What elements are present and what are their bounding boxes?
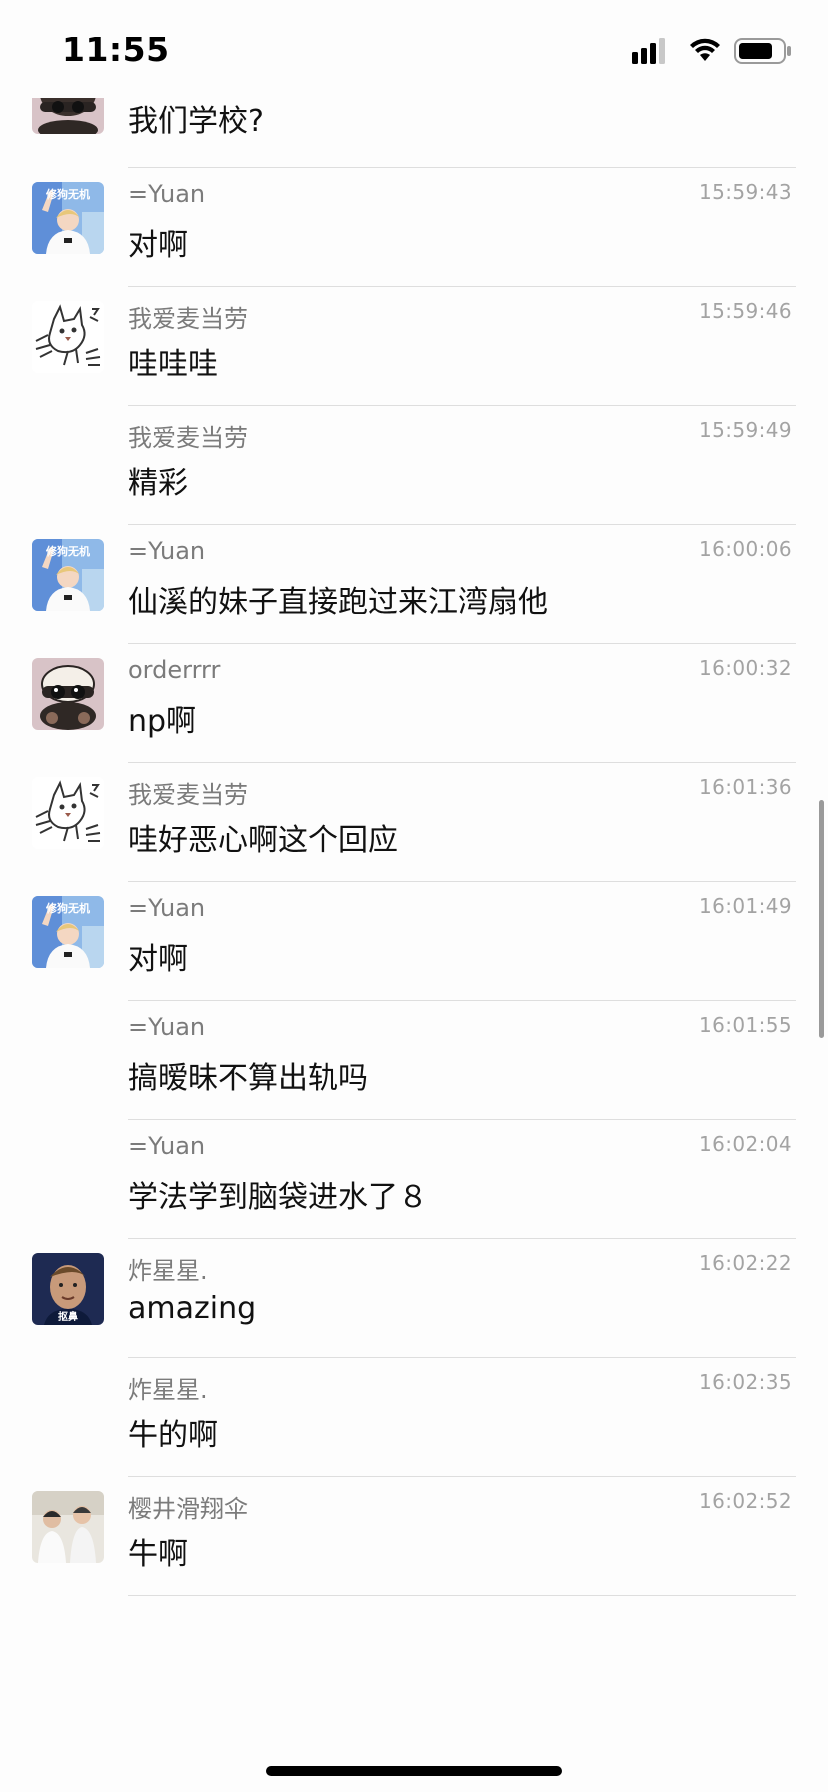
sender-name[interactable]: =Yuan [128, 180, 205, 208]
message-item[interactable]: 抠鼻 炸星星. 16:02:22 amazing [0, 1239, 828, 1358]
sender-name[interactable]: 炸星星. [128, 1251, 208, 1286]
message-time: 15:59:46 [698, 299, 792, 323]
order-avatar[interactable] [32, 658, 104, 730]
message-text: 哇哇哇 [128, 347, 218, 382]
status-bar: 11:55 [0, 0, 828, 98]
message-time: 16:00:06 [698, 537, 792, 561]
message-time: 15:59:49 [698, 418, 792, 442]
message-item[interactable]: 修狗无机 =Yuan 15:59:43 对啊 [0, 168, 828, 287]
message-time: 16:02:52 [698, 1489, 792, 1513]
svg-text:修狗无机: 修狗无机 [45, 187, 90, 201]
star-avatar[interactable]: 抠鼻 [32, 1253, 104, 1325]
message-list[interactable]: 我们学校? 修狗无机 =Yuan 15:59:43 对啊 我爱麦当劳 15:59:46… [0, 0, 828, 1792]
scrollbar[interactable] [819, 800, 824, 1038]
message-text: amazing [128, 1291, 257, 1326]
message-item[interactable]: 修狗无机 =Yuan 16:01:49 对啊 [0, 882, 828, 1001]
sender-name[interactable]: 樱井滑翔伞 [128, 1489, 248, 1524]
sender-name[interactable]: =Yuan [128, 537, 205, 565]
chat-screen: 我们学校? 修狗无机 =Yuan 15:59:43 对啊 我爱麦当劳 15:59:46… [0, 0, 828, 1792]
sender-name[interactable]: =Yuan [128, 1013, 205, 1041]
message-item[interactable]: =Yuan 16:02:04 学法学到脑袋进水了８ [0, 1120, 828, 1239]
svg-text:修狗无机: 修狗无机 [45, 544, 90, 558]
sender-name[interactable]: orderrrr [128, 656, 220, 684]
message-text: 哇好恶心啊这个回应 [128, 823, 398, 858]
message-time: 16:01:36 [698, 775, 792, 799]
yuan-avatar[interactable]: 修狗无机 [32, 896, 104, 968]
message-item[interactable]: 我爱麦当劳 16:01:36 哇好恶心啊这个回应 [0, 763, 828, 882]
message-text: 学法学到脑袋进水了８ [128, 1180, 428, 1215]
message-text: 对啊 [128, 942, 188, 977]
home-indicator[interactable] [266, 1766, 562, 1776]
cat-avatar[interactable] [32, 777, 104, 849]
message-item[interactable]: 炸星星. 16:02:35 牛的啊 [0, 1358, 828, 1477]
wifi-icon [690, 38, 720, 61]
status-time: 11:55 [62, 30, 170, 69]
message-item[interactable]: 我爱麦当劳 15:59:46 哇哇哇 [0, 287, 828, 406]
message-time: 16:02:35 [698, 1370, 792, 1394]
divider [128, 1595, 796, 1596]
message-time: 16:00:32 [698, 656, 792, 680]
cat-avatar[interactable] [32, 301, 104, 373]
message-item[interactable]: 樱井滑翔伞 16:02:52 牛啊 [0, 1477, 828, 1596]
message-time: 16:02:22 [698, 1251, 792, 1275]
status-icons [592, 36, 792, 64]
message-text: 牛的啊 [128, 1418, 218, 1453]
message-text: 仙溪的妹子直接跑过来江湾扇他 [128, 585, 548, 620]
svg-text:修狗无机: 修狗无机 [45, 901, 90, 915]
message-time: 16:01:55 [698, 1013, 792, 1037]
sender-name[interactable]: =Yuan [128, 894, 205, 922]
message-text: 精彩 [128, 466, 188, 501]
signal-icon [632, 38, 665, 64]
message-text: 对啊 [128, 228, 188, 263]
message-text: 牛啊 [128, 1537, 188, 1572]
sender-name[interactable]: =Yuan [128, 1132, 205, 1160]
message-item[interactable]: orderrrr 16:00:32 np啊 [0, 644, 828, 763]
message-item[interactable]: 我爱麦当劳 15:59:49 精彩 [0, 406, 828, 525]
message-text: np啊 [128, 704, 197, 739]
sakurai-avatar[interactable] [32, 1491, 104, 1563]
sender-name[interactable]: 我爱麦当劳 [128, 299, 248, 334]
yuan-avatar[interactable]: 修狗无机 [32, 539, 104, 611]
sender-name[interactable]: 我爱麦当劳 [128, 775, 248, 810]
message-item[interactable]: =Yuan 16:01:55 搞暧昧不算出轨吗 [0, 1001, 828, 1120]
message-time: 15:59:43 [698, 180, 792, 204]
sender-name[interactable]: 炸星星. [128, 1370, 208, 1405]
message-time: 16:01:49 [698, 894, 792, 918]
message-item[interactable]: 修狗无机 =Yuan 16:00:06 仙溪的妹子直接跑过来江湾扇他 [0, 525, 828, 644]
message-text: 搞暧昧不算出轨吗 [128, 1061, 368, 1096]
message-text: 我们学校? [128, 104, 264, 139]
svg-text:抠鼻: 抠鼻 [58, 1310, 78, 1323]
sender-name[interactable]: 我爱麦当劳 [128, 418, 248, 453]
message-time: 16:02:04 [698, 1132, 792, 1156]
yuan-avatar[interactable]: 修狗无机 [32, 182, 104, 254]
battery-icon [734, 38, 791, 64]
